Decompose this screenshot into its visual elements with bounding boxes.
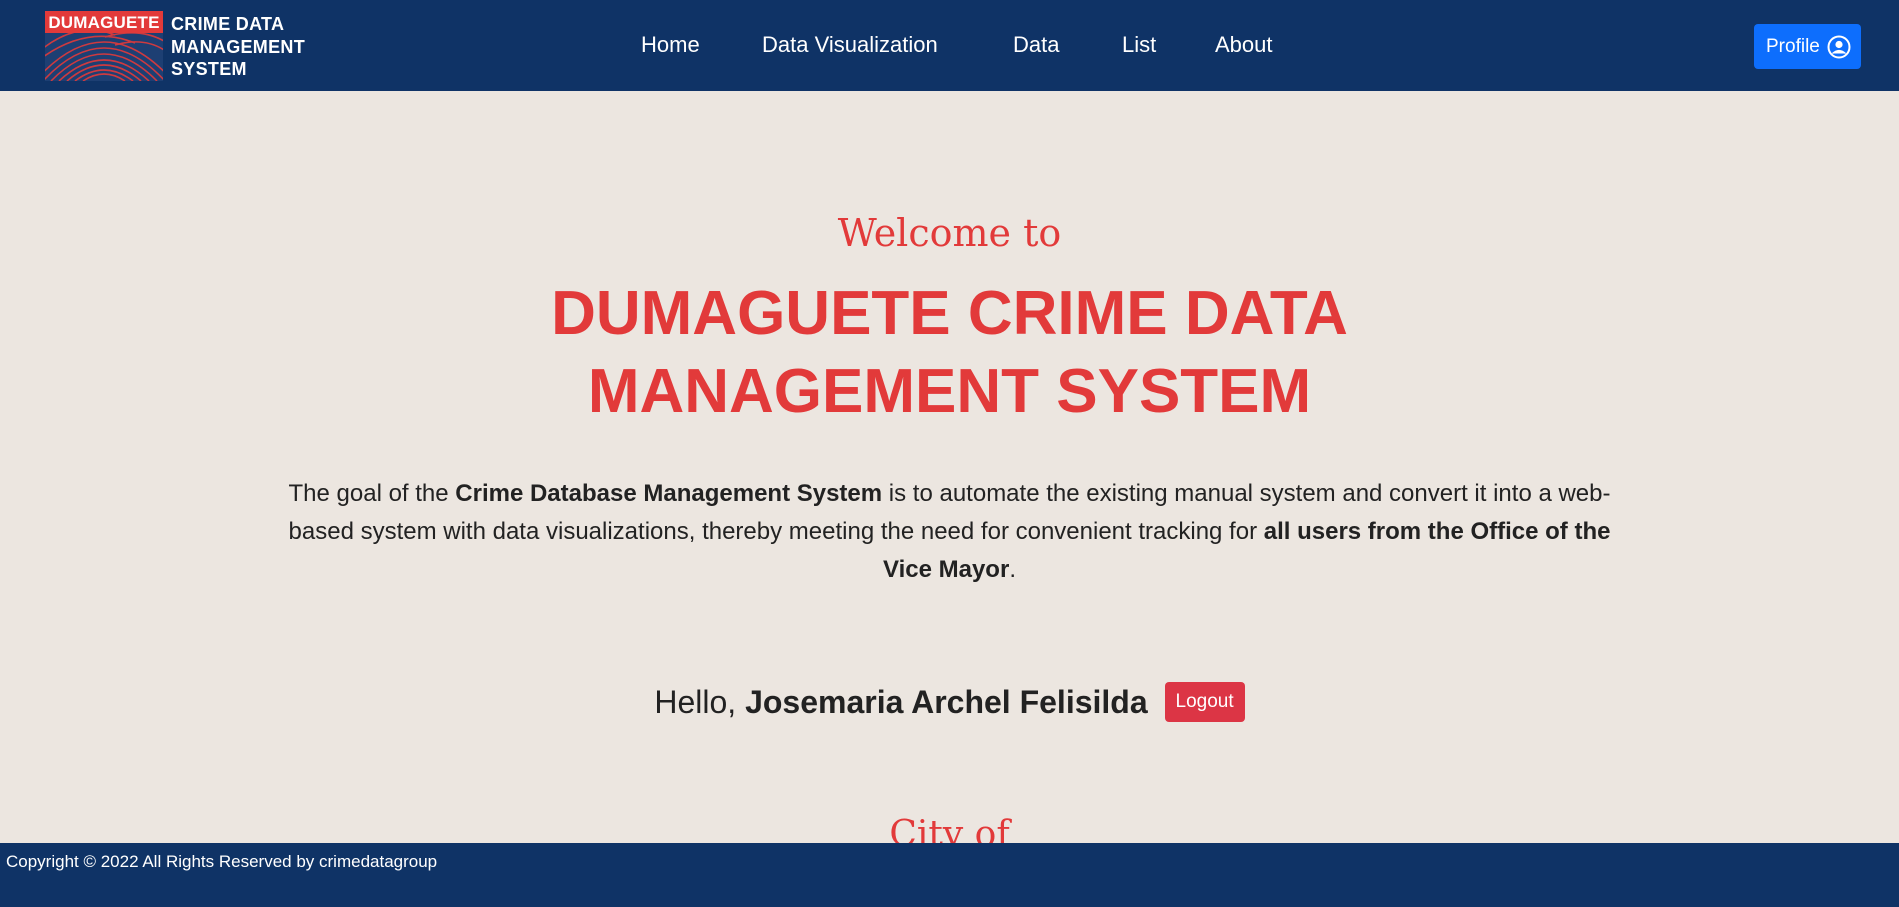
goal-text-1: The goal of the bbox=[288, 480, 456, 507]
greeting-text: Hello, bbox=[654, 684, 746, 720]
page-title: DUMAGUETE CRIME DATA MANAGEMENT SYSTEM bbox=[0, 275, 1899, 431]
nav-link-home[interactable]: Home bbox=[641, 30, 700, 60]
nav-link-data-visualization[interactable]: Data Visualization bbox=[762, 30, 938, 60]
greeting-row: Hello, Josemaria Archel Felisilda Logout bbox=[0, 680, 1899, 725]
navbar: DUMAGUETE CRIME DATA MANAGEMENT SYSTEM H… bbox=[0, 0, 1899, 91]
profile-button-label: Profile bbox=[1766, 35, 1820, 57]
welcome-heading: Welcome to bbox=[837, 211, 1062, 255]
nav-link-about[interactable]: About bbox=[1215, 30, 1273, 60]
main-nav: Home Data Visualization Data List About bbox=[0, 0, 1899, 91]
profile-button[interactable]: Profile bbox=[1754, 24, 1861, 69]
nav-link-data[interactable]: Data bbox=[1013, 30, 1059, 60]
goal-description: The goal of the Crime Database Managemen… bbox=[265, 475, 1634, 589]
goal-text-3: . bbox=[1009, 556, 1016, 583]
nav-link-list[interactable]: List bbox=[1122, 30, 1156, 60]
user-circle-icon bbox=[1827, 35, 1851, 59]
copyright-text: Copyright © 2022 All Rights Reserved by … bbox=[6, 852, 438, 871]
page-title-line-2: MANAGEMENT SYSTEM bbox=[587, 357, 1312, 426]
footer: Copyright © 2022 All Rights Reserved by … bbox=[0, 843, 1899, 907]
logout-button[interactable]: Logout bbox=[1164, 681, 1245, 722]
user-name: Josemaria Archel Felisilda bbox=[745, 684, 1148, 720]
page-title-line-1: DUMAGUETE CRIME DATA bbox=[551, 279, 1348, 348]
goal-system-name: Crime Database Management System bbox=[455, 480, 883, 507]
